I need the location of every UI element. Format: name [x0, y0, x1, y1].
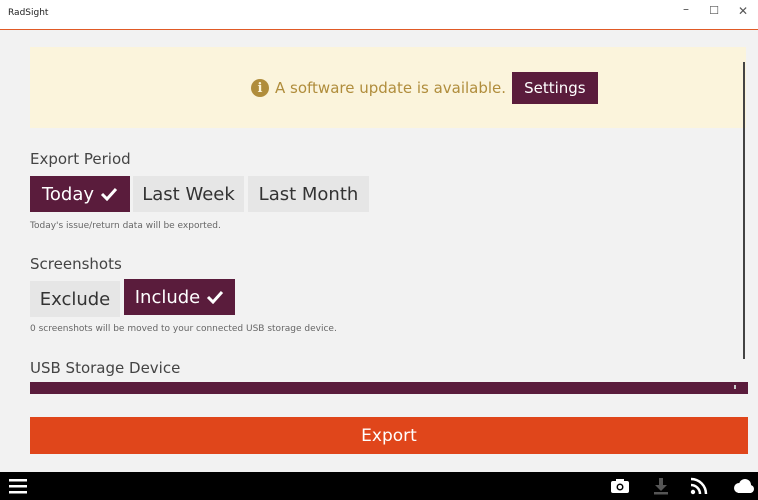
checkmark-icon: [100, 187, 118, 201]
update-message: i A software update is available. Settin…: [251, 72, 598, 104]
period-option-last-week-label: Last Week: [142, 183, 235, 205]
camera-icon[interactable]: [609, 476, 631, 496]
chevron-down-icon: [734, 385, 736, 389]
export-period-hint: Today's issue/return data will be export…: [30, 221, 221, 231]
usb-device-label: USB Storage Device: [30, 359, 181, 377]
maximize-button[interactable]: ☐: [704, 4, 724, 17]
info-icon: i: [251, 79, 269, 97]
checkmark-icon: [207, 290, 224, 304]
screenshots-option-include[interactable]: Include: [124, 279, 235, 315]
export-button[interactable]: Export: [30, 417, 748, 454]
settings-button[interactable]: Settings: [512, 72, 598, 104]
usb-device-select[interactable]: [30, 382, 748, 394]
title-bar: RadSight – ☐ ✕: [0, 0, 758, 30]
screenshots-hint: 0 screenshots will be moved to your conn…: [30, 324, 337, 334]
app-title: RadSight: [8, 8, 49, 18]
close-button[interactable]: ✕: [733, 4, 753, 18]
screenshots-option-include-label: Include: [134, 286, 201, 308]
update-banner: i A software update is available. Settin…: [30, 47, 746, 128]
bottom-bar: [0, 472, 758, 500]
update-message-text: A software update is available.: [275, 79, 507, 97]
screenshots-option-exclude-label: Exclude: [39, 288, 111, 310]
cloud-icon[interactable]: [730, 476, 756, 496]
rss-icon[interactable]: [689, 476, 709, 496]
period-option-today[interactable]: Today: [30, 176, 130, 212]
period-option-last-month-label: Last Month: [258, 183, 359, 205]
screenshots-label: Screenshots: [30, 255, 122, 273]
period-option-last-month[interactable]: Last Month: [248, 176, 369, 212]
period-option-last-week[interactable]: Last Week: [133, 176, 244, 212]
period-option-today-label: Today: [41, 183, 95, 205]
download-icon[interactable]: [651, 476, 671, 496]
export-period-label: Export Period: [30, 150, 131, 168]
minimize-button[interactable]: –: [676, 2, 696, 16]
menu-icon[interactable]: [8, 476, 28, 496]
screenshots-option-exclude[interactable]: Exclude: [30, 281, 120, 317]
scrollbar[interactable]: [743, 62, 745, 359]
